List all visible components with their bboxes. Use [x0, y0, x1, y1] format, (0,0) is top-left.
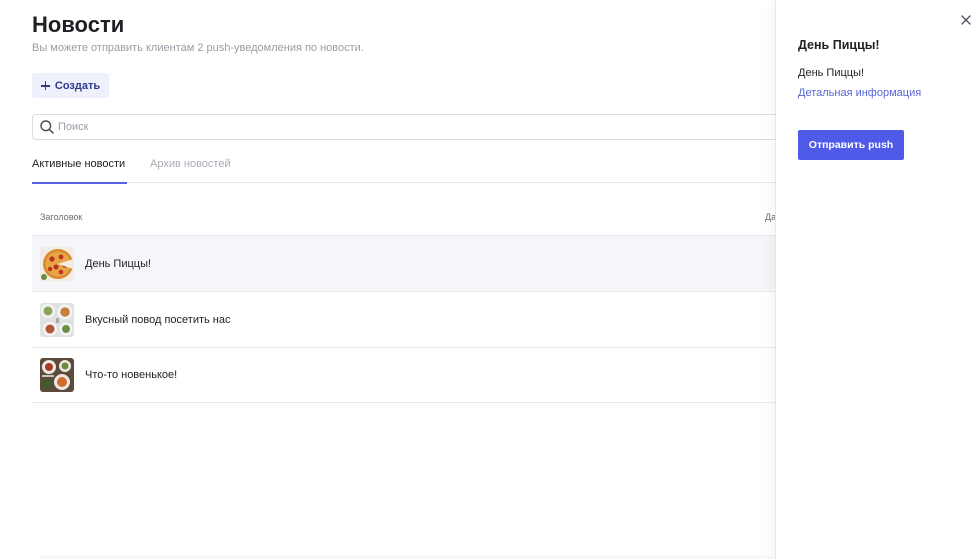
news-list: День Пиццы! Вкусный повод посетить нас Ч… [32, 235, 776, 403]
create-button-label: Создать [54, 79, 101, 92]
bottom-edge [40, 552, 776, 559]
news-tabs: Активные новости Архив новостей [32, 154, 776, 184]
panel-text: День Пиццы! [798, 67, 865, 79]
search-icon [40, 120, 54, 134]
search-input[interactable] [58, 121, 658, 133]
food-table-image [40, 358, 74, 392]
table-row[interactable]: День Пиццы! [32, 235, 776, 291]
page-title: Новости [32, 12, 125, 37]
row-title: День Пиццы! [85, 257, 152, 270]
send-push-button[interactable]: Отправить push [798, 130, 904, 160]
row-title: Вкусный повод посетить нас [85, 313, 231, 326]
table-row[interactable]: Вкусный повод посетить нас [32, 291, 776, 347]
table-row[interactable]: Что-то новенькое! [32, 347, 776, 403]
news-page: Новости Вы можете отправить клиентам 2 p… [0, 0, 980, 559]
pizza-image [40, 246, 74, 281]
create-button[interactable]: Создать [32, 73, 109, 98]
plus-icon [40, 81, 50, 90]
dishes-image [40, 302, 74, 337]
column-header-title: Заголовок [40, 212, 83, 222]
tab-news-archive[interactable]: Архив новостей [150, 158, 231, 170]
search-box[interactable] [32, 114, 776, 140]
main-content: Новости Вы можете отправить клиентам 2 p… [0, 0, 776, 559]
row-title: Что-то новенькое! [85, 369, 178, 381]
close-icon[interactable] [960, 14, 972, 26]
tab-active-news[interactable]: Активные новости [32, 158, 128, 184]
page-subtitle: Вы можете отправить клиентам 2 push-увед… [32, 42, 364, 54]
panel-title: День Пиццы! [798, 38, 880, 52]
news-details-panel: День Пиццы! День Пиццы! Детальная информ… [775, 0, 980, 559]
details-link[interactable]: Детальная информация [798, 87, 921, 99]
